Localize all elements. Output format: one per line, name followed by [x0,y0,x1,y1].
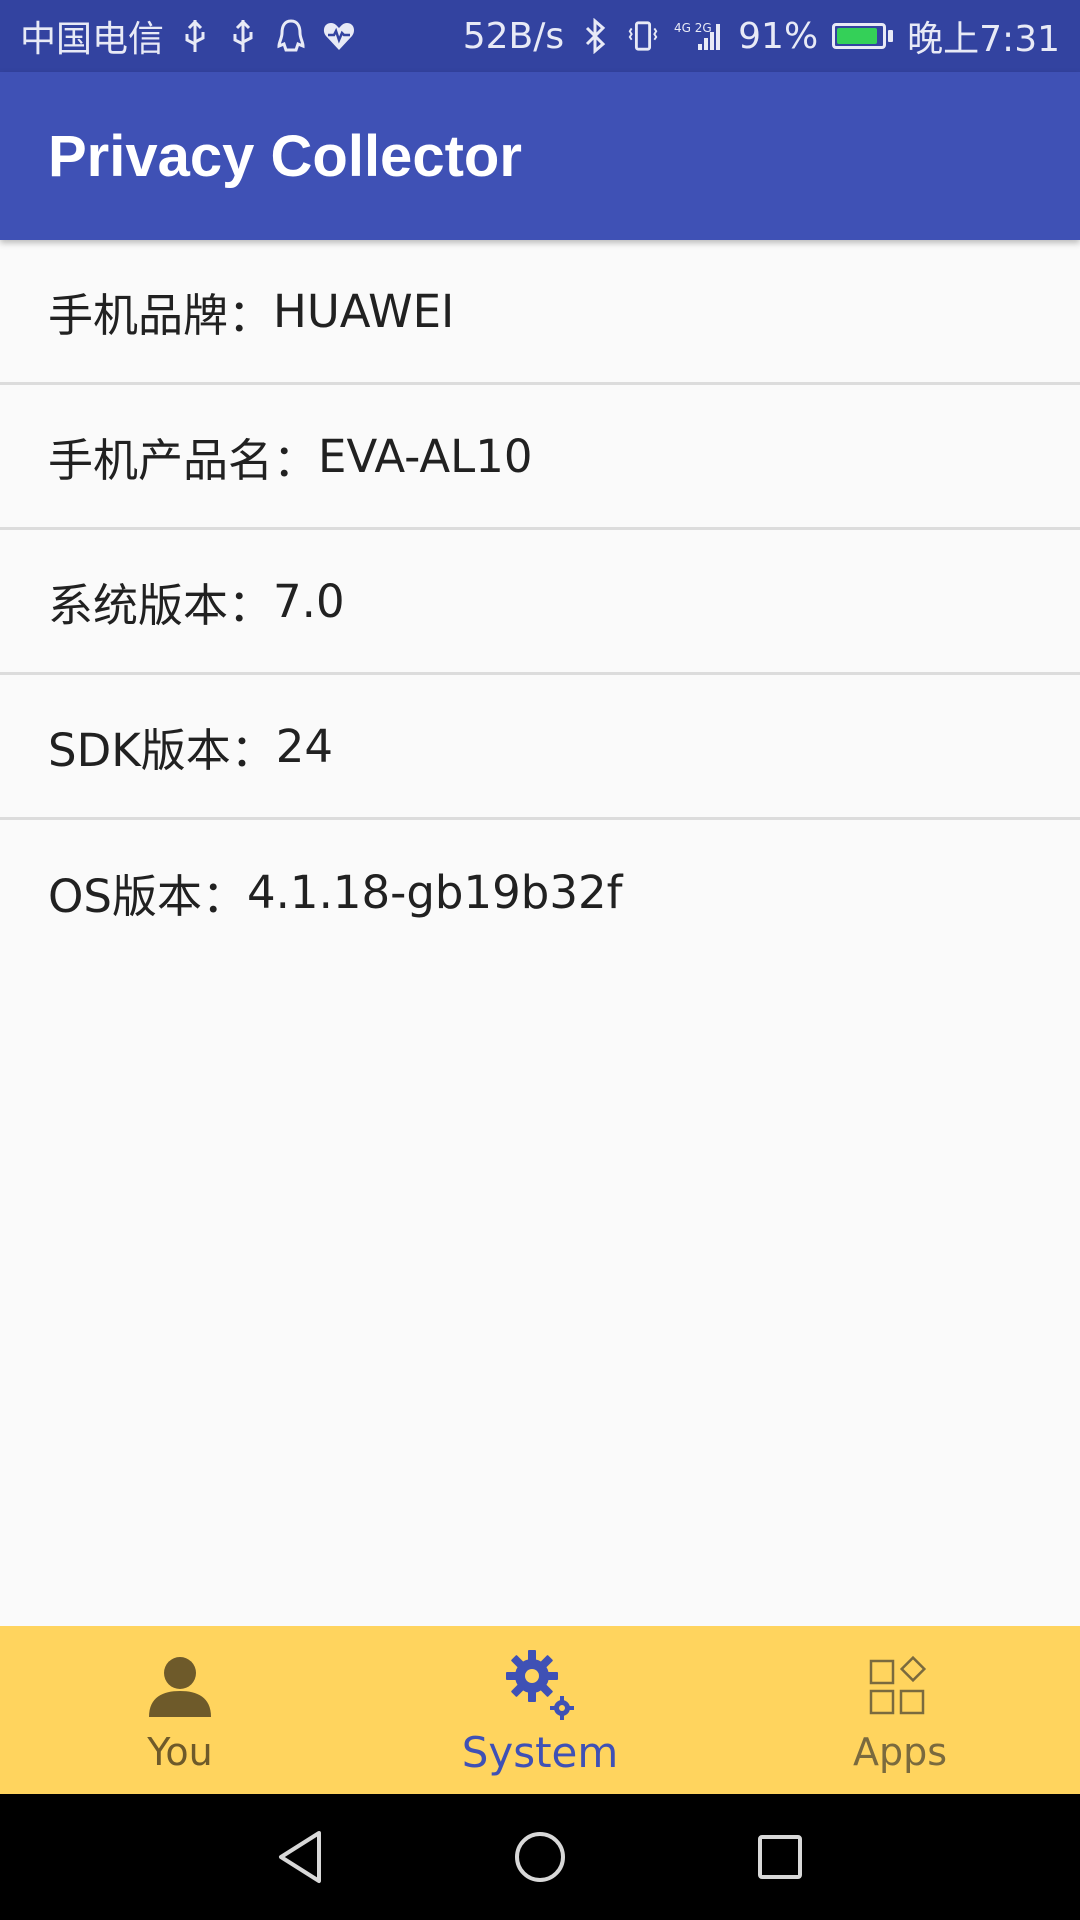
apps-grid-icon [860,1646,940,1726]
status-bar: 中国电信 52B/s 4G 2G 91% 晚上7:31 [0,0,1080,72]
info-row-system-version: 系统版本： 7.0 [0,530,1080,675]
vibrate-icon [626,16,660,56]
home-icon[interactable] [500,1817,580,1897]
info-label: 系统版本： [48,578,274,632]
gear-icon [500,1644,580,1724]
info-row-product: 手机产品名： EVA-AL10 [0,385,1080,530]
network-speed: 52B/s [462,15,565,57]
info-label: 手机品牌： [48,288,274,342]
status-left: 中国电信 [20,10,356,62]
info-label: SDK版本： [48,723,276,777]
usb-icon [226,16,260,56]
network-badge: 4G 2G [674,21,712,35]
info-value: 7.0 [273,574,345,628]
health-icon [322,16,356,56]
bluetooth-icon [578,16,612,56]
nav-item-apps[interactable]: Apps [720,1626,1080,1794]
status-right: 52B/s 4G 2G 91% 晚上7:31 [463,10,1060,62]
signal-icon: 4G 2G [674,16,724,56]
nav-label-system: System [461,1727,619,1777]
system-navigation-bar [0,1794,1080,1920]
qq-icon [274,16,308,56]
info-value: 4.1.18-gb19b32f [247,866,623,919]
back-icon[interactable] [260,1817,340,1897]
nav-item-you[interactable]: You [0,1626,360,1794]
bottom-navigation: You System Apps [0,1626,1080,1794]
page-title: Privacy Collector [48,123,522,189]
recents-icon[interactable] [740,1817,820,1897]
clock: 晚上7:31 [907,19,1060,60]
info-value: EVA-AL10 [318,429,533,483]
battery-icon [832,23,894,49]
nav-label-apps: Apps [852,1730,948,1774]
info-value: HUAWEI [273,284,455,338]
usb-icon [178,16,212,56]
app-bar: Privacy Collector [0,72,1080,240]
info-label: OS版本： [48,870,247,923]
battery-fill [837,28,878,44]
battery-percent: 91% [738,15,819,57]
info-value: 24 [275,719,333,773]
carrier-label: 中国电信 [20,19,165,60]
person-icon [140,1646,220,1726]
info-row-sdk-version: SDK版本： 24 [0,675,1080,820]
nav-label-you: You [147,1730,213,1774]
device-info-list: 手机品牌： HUAWEI 手机产品名： EVA-AL10 系统版本： 7.0 S… [0,240,1080,965]
info-row-brand: 手机品牌： HUAWEI [0,240,1080,385]
info-row-os-version: OS版本： 4.1.18-gb19b32f [0,820,1080,965]
info-label: 手机产品名： [48,433,319,487]
nav-item-system[interactable]: System [360,1626,720,1794]
